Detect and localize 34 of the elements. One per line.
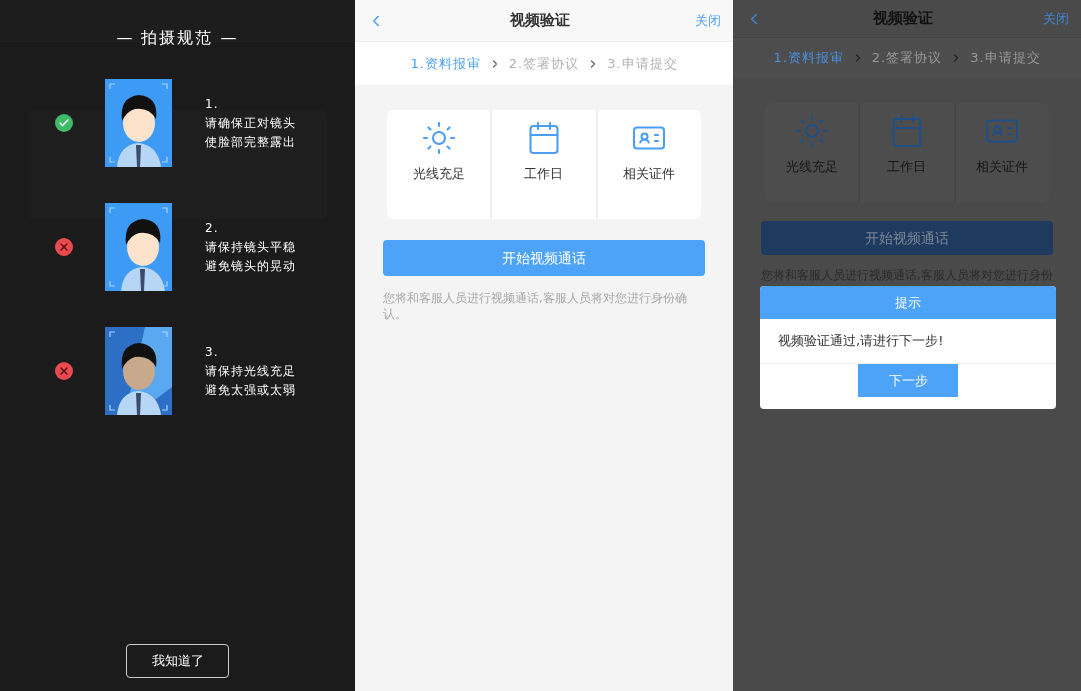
requirement-label: 相关证件 — [623, 165, 676, 183]
dialog-message: 视频验证通过,请进行下一步! — [778, 332, 944, 351]
start-video-call-button[interactable]: 开始视频通话 — [383, 240, 705, 276]
note-text: 您将和客服人员进行视频通话,客服人员将对您进行身份确认。 — [383, 290, 688, 322]
screen-title: 视频验证 — [872, 8, 934, 30]
rule-text: 避免镜头的晃动 — [205, 257, 296, 275]
rule-text: 请确保正对镜头 — [205, 114, 296, 132]
next-step-button[interactable]: 下一步 — [858, 364, 958, 397]
step-label: 1.资料报审 — [410, 54, 481, 73]
rule-number: 2. — [205, 219, 220, 237]
rule-number: 1. — [205, 95, 220, 113]
close-link[interactable]: 关闭 — [1043, 8, 1069, 29]
requirement-label: 光线充足 — [412, 165, 465, 183]
rule-number: 3. — [205, 343, 220, 361]
screen-title: 视频验证 — [509, 10, 571, 32]
sun-icon — [420, 120, 457, 156]
rule-text: 使脸部完整露出 — [205, 133, 296, 151]
rule-text: 避免太强或太弱 — [205, 381, 296, 399]
requirement-label: 工作日 — [524, 165, 564, 183]
rule-text: 请保持镜头平稳 — [205, 238, 296, 256]
step-label: 3.申请提交 — [607, 54, 678, 73]
guide-title: — 拍摄规范 — — [116, 27, 239, 49]
dialog-title: 提示 — [895, 293, 921, 312]
step-label: 3.申请提交 — [970, 49, 1041, 68]
calendar-icon — [889, 113, 925, 149]
sun-icon — [793, 113, 830, 149]
rule-text: 请保持光线充足 — [205, 362, 296, 380]
step-label: 1.资料报审 — [773, 49, 844, 68]
step-label: 2.签署协议 — [871, 49, 943, 68]
calendar-icon — [526, 120, 562, 156]
close-link[interactable]: 关闭 — [695, 10, 721, 31]
start-video-call-button[interactable]: 开始视频通话 — [761, 221, 1053, 255]
confirm-button[interactable]: 我知道了 — [126, 644, 229, 678]
step-label: 2.签署协议 — [508, 54, 580, 73]
